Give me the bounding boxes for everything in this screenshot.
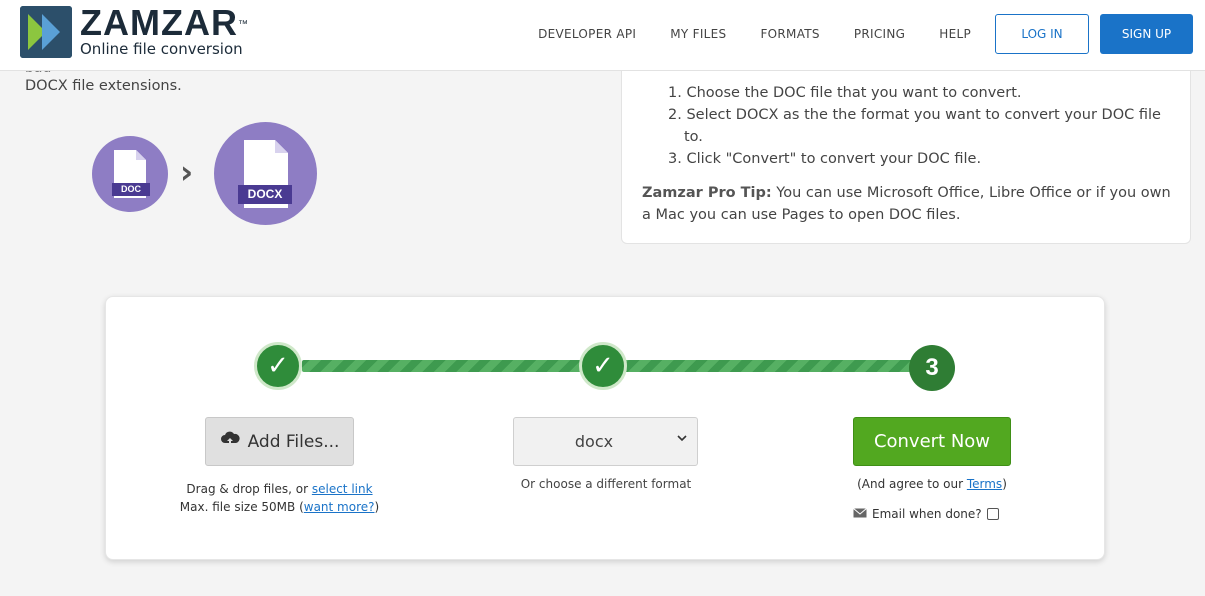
signup-button[interactable]: SIGN UP <box>1100 14 1193 54</box>
doc-file-icon: DOC <box>92 136 168 212</box>
progress-track-1 <box>302 360 592 372</box>
convert-now-button[interactable]: Convert Now <box>853 417 1011 466</box>
step-item: 3. Click "Convert" to convert your DOC f… <box>668 151 982 167</box>
format-hint: Or choose a different format <box>520 477 692 491</box>
upload-hint: Drag & drop files, or select link Max. f… <box>179 482 380 514</box>
format-select[interactable]: docx <box>513 417 698 466</box>
nav-pricing[interactable]: PRICING <box>854 14 905 54</box>
step-1-complete: ✓ <box>254 342 302 390</box>
logo-subtitle: Online file conversion <box>80 40 243 58</box>
email-label: Email when done? <box>872 507 982 521</box>
email-checkbox[interactable] <box>986 508 999 520</box>
terms-link[interactable]: Terms <box>967 477 1002 491</box>
zamzar-logo[interactable]: ZAMZAR™ Online file conversion <box>20 2 249 58</box>
docx-file-icon: DOCX <box>214 122 317 225</box>
doc-label: DOC <box>112 183 150 196</box>
nav-help[interactable]: HELP <box>939 14 971 54</box>
main-nav: DEVELOPER API MY FILES FORMATS PRICING H… <box>538 14 1193 54</box>
logo-title: ZAMZAR™ <box>80 2 249 43</box>
envelope-icon <box>853 507 867 521</box>
add-files-button[interactable]: Add Files... <box>205 417 354 466</box>
converter-panel: ✓ ✓ 3 Add Files... Drag & drop files, or… <box>105 296 1105 560</box>
login-button[interactable]: LOG IN <box>995 14 1089 54</box>
pro-tip: Zamzar Pro Tip: You can use Microsoft Of… <box>642 182 1177 226</box>
nav-my-files[interactable]: MY FILES <box>670 14 726 54</box>
want-more-link[interactable]: want more? <box>304 500 375 514</box>
step-3-current: 3 <box>909 345 955 391</box>
logo-arrows-icon <box>20 6 72 58</box>
step-item: 1. Choose the DOC file that you want to … <box>668 85 1022 101</box>
nav-developer-api[interactable]: DEVELOPER API <box>538 14 636 54</box>
format-value: docx <box>574 432 614 451</box>
chevron-down-icon <box>677 431 687 445</box>
nav-formats[interactable]: FORMATS <box>760 14 819 54</box>
terms-hint: (And agree to our Terms) <box>857 477 1007 491</box>
extensions-text: DOCX file extensions. <box>25 78 182 94</box>
progress-track-2 <box>622 360 922 372</box>
step-item: 2. Select DOCX as the the format you wan… <box>668 107 1161 123</box>
add-files-label: Add Files... <box>247 431 340 452</box>
step-item-continued: to. <box>684 129 703 145</box>
pro-tip-title: Zamzar Pro Tip: <box>642 185 772 201</box>
step-2-complete: ✓ <box>579 342 627 390</box>
checkmark-icon: ✓ <box>592 351 614 381</box>
conversion-steps: 1. Choose the DOC file that you want to … <box>668 82 1161 170</box>
email-option: Email when done? <box>853 507 999 521</box>
docx-label: DOCX <box>238 185 292 204</box>
site-header: ZAMZAR™ Online file conversion DEVELOPER… <box>0 0 1205 71</box>
select-link[interactable]: select link <box>312 482 373 496</box>
checkmark-icon: ✓ <box>267 351 289 381</box>
chevron-right-icon: › <box>180 153 194 191</box>
how-to-card: 1. Choose the DOC file that you want to … <box>621 48 1191 244</box>
cloud-upload-icon <box>220 431 240 452</box>
